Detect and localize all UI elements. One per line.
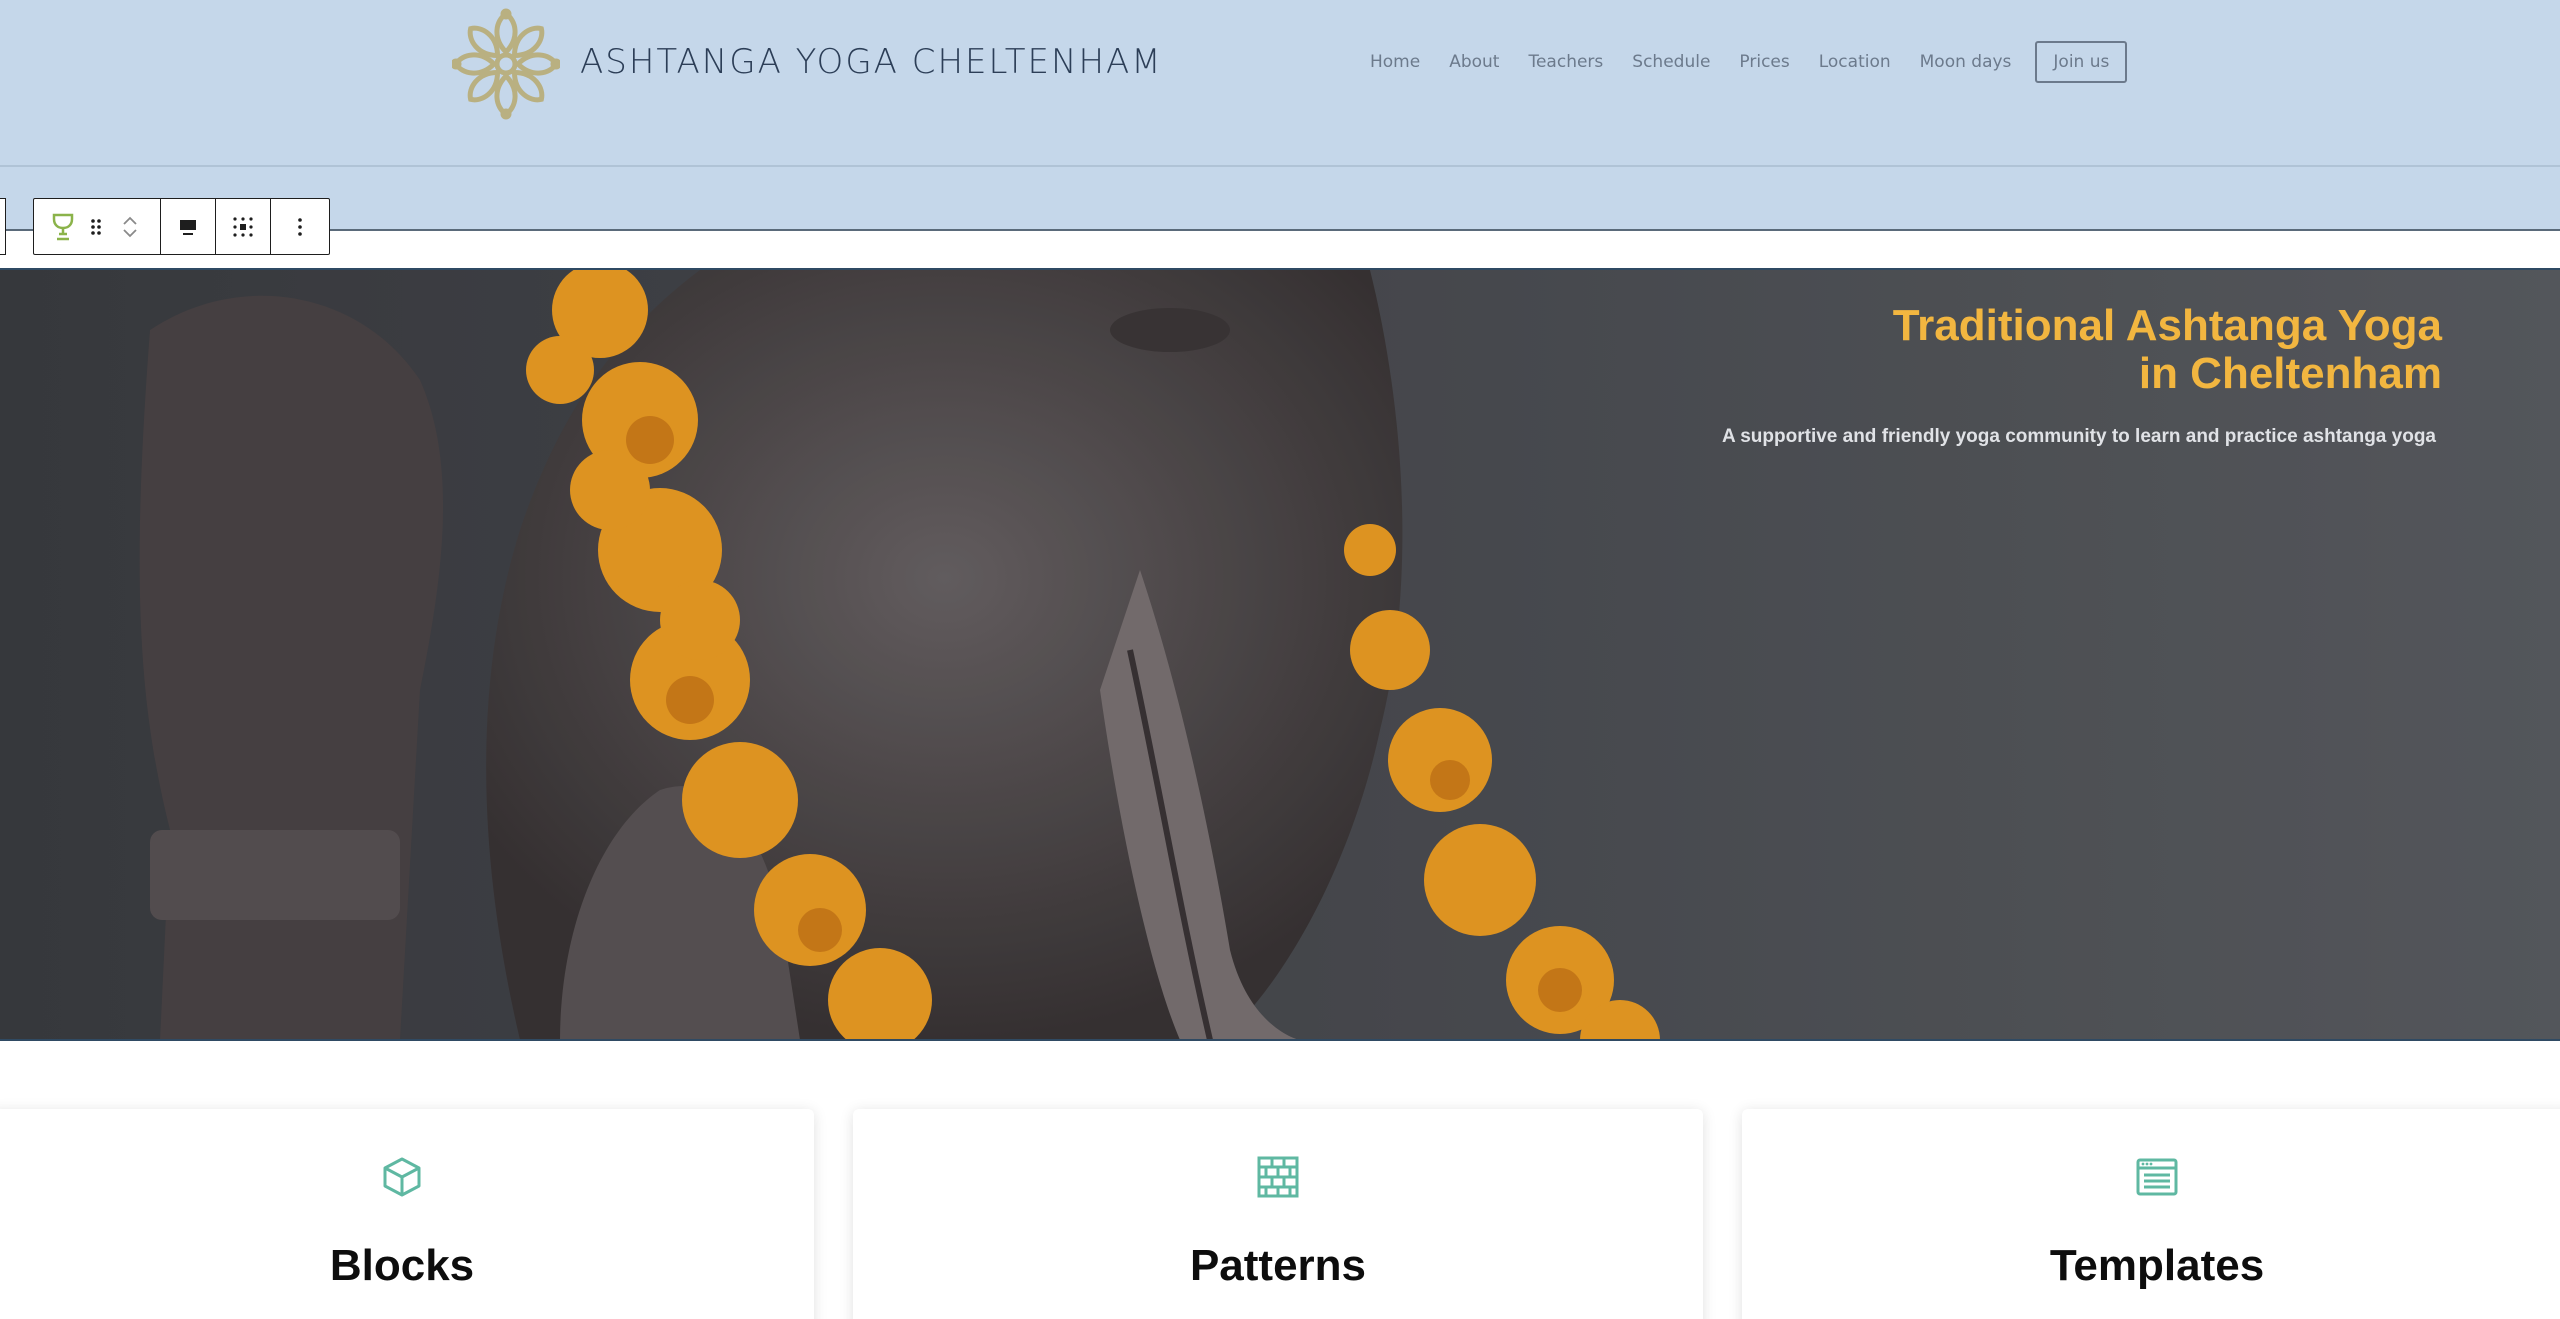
main-nav: Home About Teachers Schedule Prices Loca…: [1356, 41, 2128, 83]
align-icon: [180, 219, 196, 235]
hero-heading-line-1: Traditional Ashtanga Yoga: [1892, 301, 2442, 350]
align-button[interactable]: [169, 199, 207, 254]
card-patterns[interactable]: Patterns: [853, 1109, 1703, 1319]
brick-wall-icon: [1257, 1156, 1299, 1198]
site-header: ASHTANGA YOGA CHELTENHAM Home About Teac…: [0, 0, 2560, 165]
hero-heading[interactable]: Traditional Ashtanga Yoga in Cheltenham: [1893, 302, 2442, 398]
cover-block-icon: [52, 213, 74, 240]
hero-cover-block[interactable]: Traditional Ashtanga Yoga in Cheltenham …: [0, 270, 2560, 1040]
move-down-icon[interactable]: [121, 227, 139, 239]
browser-template-icon: [2136, 1158, 2178, 1196]
parent-block-button[interactable]: [0, 198, 6, 255]
toolbar-group-position: [216, 199, 271, 254]
nav-item-moon-days[interactable]: Moon days: [1920, 52, 2012, 72]
more-options-icon: [298, 217, 302, 236]
hero-heading-line-2: in Cheltenham: [2138, 349, 2442, 398]
drag-handle-button[interactable]: [82, 199, 110, 254]
nav-item-about[interactable]: About: [1449, 52, 1499, 72]
card-templates[interactable]: Templates: [1742, 1109, 2560, 1319]
nav-item-prices[interactable]: Prices: [1739, 52, 1789, 72]
card-blocks[interactable]: Blocks: [0, 1109, 814, 1319]
nav-item-teachers[interactable]: Teachers: [1528, 52, 1603, 72]
card-title: Patterns: [1189, 1241, 1367, 1290]
header-band: [0, 167, 2560, 230]
toolbar-group-align: [161, 199, 216, 254]
hero-subtitle[interactable]: A supportive and friendly yoga community…: [1722, 426, 2436, 448]
toolbar-group-more: [271, 199, 329, 254]
cover-block-button[interactable]: [44, 199, 82, 254]
site-title[interactable]: ASHTANGA YOGA CHELTENHAM: [580, 42, 1163, 82]
join-us-button[interactable]: Join us: [2035, 41, 2128, 83]
block-toolbar: [33, 198, 330, 255]
nav-item-location[interactable]: Location: [1819, 52, 1891, 72]
card-title: Templates: [2049, 1241, 2265, 1290]
site-logo[interactable]: [450, 8, 562, 120]
move-up-icon[interactable]: [121, 215, 139, 227]
more-options-button[interactable]: [281, 199, 319, 254]
toolbar-group-block: [34, 199, 161, 254]
nav-item-schedule[interactable]: Schedule: [1632, 52, 1710, 72]
move-block-buttons[interactable]: [110, 199, 150, 254]
matrix-alignment-button[interactable]: [224, 199, 262, 254]
mandala-logo-icon: [450, 8, 562, 120]
cube-icon: [383, 1157, 421, 1197]
card-title: Blocks: [329, 1241, 475, 1290]
nav-item-home[interactable]: Home: [1370, 52, 1420, 72]
drag-handle-icon: [91, 218, 101, 235]
feature-cards: Blocks Patterns Templates: [0, 1041, 2560, 1319]
spacer-band: [0, 231, 2560, 269]
matrix-alignment-icon: [233, 216, 253, 237]
